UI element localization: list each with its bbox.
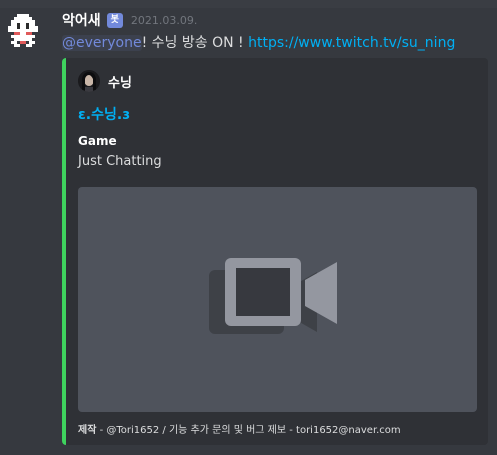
everyone-mention[interactable]: @everyone [62, 35, 142, 51]
message-timestamp[interactable]: 2021.03.09. [131, 14, 197, 27]
footer-prefix: 제작 [78, 425, 97, 436]
bot-avatar[interactable] [8, 14, 38, 50]
username[interactable]: 악어새 [62, 10, 101, 30]
embed-field-name: Game [78, 134, 117, 148]
embed-accent-bar [62, 58, 66, 445]
message-header: 악어새 봇 2021.03.09. [62, 10, 197, 30]
bot-badge: 봇 [106, 12, 123, 28]
embed-author: 수닝 [78, 70, 132, 92]
twitch-link[interactable]: https://www.twitch.tv/su_ning [248, 35, 455, 51]
embed-field-value: Just Chatting [78, 154, 162, 169]
embed-title[interactable]: ɛ.수닝.ɜ [78, 104, 130, 124]
message-divider [0, 0, 497, 8]
message-text: ! 수닝 방송 ON ! [141, 35, 249, 51]
message-embed: 수닝 ɛ.수닝.ɜ Game Just Chatting 제작 - @Tori1… [62, 58, 488, 445]
footer-text: - @Tori1652 / 기능 추가 문의 및 버그 제보 - tori165… [96, 425, 401, 436]
embed-footer: 제작 - @Tori1652 / 기능 추가 문의 및 버그 제보 - tori… [78, 421, 401, 436]
chat-message: 악어새 봇 2021.03.09. @everyone! 수닝 방송 ON ! … [0, 0, 497, 455]
video-camera-icon [209, 258, 337, 334]
embed-author-name: 수닝 [108, 75, 132, 91]
author-avatar [78, 70, 100, 92]
embed-video-placeholder[interactable] [78, 187, 477, 412]
message-content: @everyone! 수닝 방송 ON ! https://www.twitch… [62, 33, 455, 53]
